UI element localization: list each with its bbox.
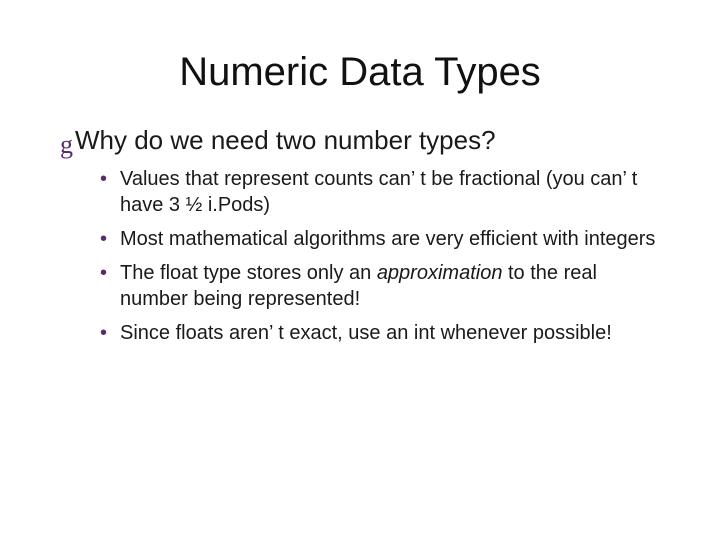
list-item: The float type stores only an approximat…: [100, 260, 660, 312]
bullet-text: Most mathematical algorithms are very ef…: [120, 228, 655, 250]
main-bullet: g Why do we need two number types?: [60, 125, 660, 156]
list-item: Most mathematical algorithms are very ef…: [100, 226, 660, 252]
list-item: Since floats aren’ t exact, use an int w…: [100, 320, 660, 346]
bullet-text: t be fractional (you can: [420, 168, 622, 190]
apostrophe: ’: [411, 168, 420, 190]
apostrophe: ’: [623, 168, 632, 190]
bullet-text: Since floats aren: [120, 322, 269, 344]
bullet-text-italic: approximation: [377, 262, 503, 284]
bullet-text: The float type stores only an: [120, 262, 377, 284]
sub-bullet-list: Values that represent counts can’ t be f…: [100, 166, 660, 346]
bullet-text: t exact, use an int whenever possible!: [278, 322, 612, 344]
apostrophe: ’: [269, 322, 278, 344]
main-bullet-text: Why do we need two number types?: [75, 125, 496, 156]
slide: Numeric Data Types g Why do we need two …: [0, 0, 720, 540]
slide-title: Numeric Data Types: [60, 50, 660, 95]
swirl-icon: g: [60, 132, 73, 158]
bullet-text: Values that represent counts can: [120, 168, 411, 190]
list-item: Values that represent counts can’ t be f…: [100, 166, 660, 218]
